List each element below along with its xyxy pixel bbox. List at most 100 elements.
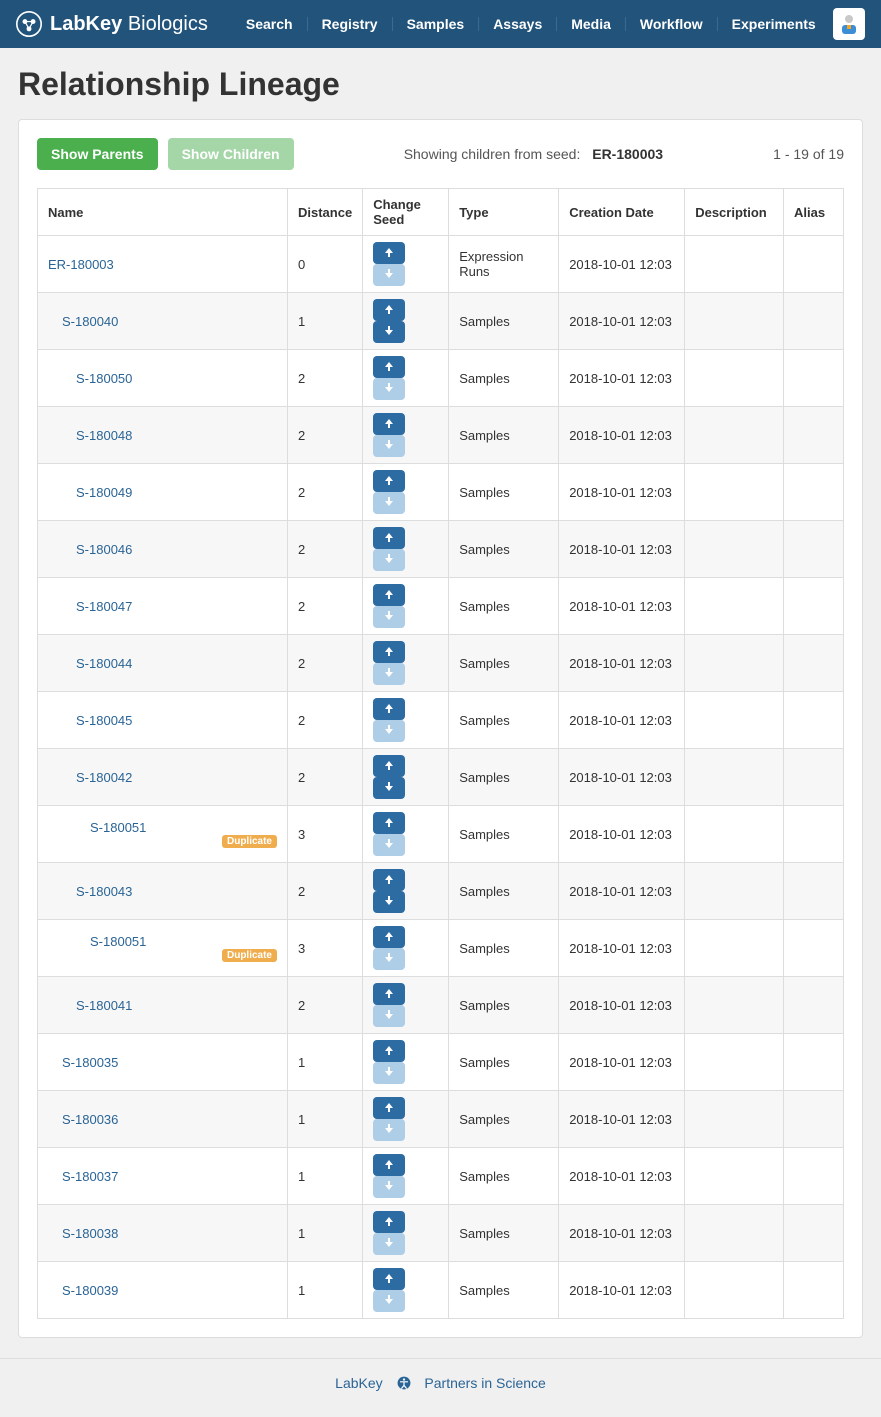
logo-text: LabKey Biologics xyxy=(50,13,208,36)
nav-link-samples[interactable]: Samples xyxy=(393,17,480,31)
seed-up-button[interactable] xyxy=(373,299,405,321)
cell-name: S-180051Duplicate xyxy=(38,920,288,977)
user-avatar[interactable] xyxy=(833,8,865,40)
name-link[interactable]: S-180051 xyxy=(90,820,146,835)
duplicate-badge: Duplicate xyxy=(222,835,277,848)
footer-partners-link[interactable]: Partners in Science xyxy=(424,1375,545,1391)
name-link[interactable]: S-180046 xyxy=(76,542,132,557)
nav-link-registry[interactable]: Registry xyxy=(308,17,393,31)
arrow-up-icon xyxy=(383,1158,395,1173)
cell-alias xyxy=(784,977,844,1034)
show-children-button[interactable]: Show Children xyxy=(168,138,294,170)
name-link[interactable]: S-180040 xyxy=(62,314,118,329)
seed-up-button[interactable] xyxy=(373,926,405,948)
nav-link-search[interactable]: Search xyxy=(232,17,308,31)
nav-link-workflow[interactable]: Workflow xyxy=(626,17,718,31)
cell-description xyxy=(685,749,784,806)
cell-date: 2018-10-01 12:03 xyxy=(559,293,685,350)
cell-description xyxy=(685,350,784,407)
table-row: S-1800482Samples2018-10-01 12:03 xyxy=(38,407,844,464)
name-link[interactable]: S-180043 xyxy=(76,884,132,899)
cell-name: S-180049 xyxy=(38,464,288,521)
arrow-up-icon xyxy=(383,1044,395,1059)
cell-name: ER-180003 xyxy=(38,236,288,293)
arrow-up-icon xyxy=(383,930,395,945)
nav-link-media[interactable]: Media xyxy=(557,17,626,31)
arrow-up-icon xyxy=(383,1215,395,1230)
cell-description xyxy=(685,806,784,863)
name-link[interactable]: ER-180003 xyxy=(48,257,114,272)
cell-change-seed xyxy=(363,1091,449,1148)
arrow-down-icon xyxy=(383,268,395,283)
seed-down-button[interactable] xyxy=(373,777,405,799)
name-link[interactable]: S-180050 xyxy=(76,371,132,386)
seed-down-button xyxy=(373,549,405,571)
seed-up-button[interactable] xyxy=(373,470,405,492)
table-row: S-1800492Samples2018-10-01 12:03 xyxy=(38,464,844,521)
arrow-down-icon xyxy=(383,553,395,568)
lineage-panel: Show Parents Show Children Showing child… xyxy=(18,119,863,1338)
arrow-up-icon xyxy=(383,588,395,603)
show-parents-button[interactable]: Show Parents xyxy=(37,138,158,170)
cell-distance: 2 xyxy=(288,407,363,464)
top-nav: LabKey Biologics SearchRegistrySamplesAs… xyxy=(0,0,881,48)
cell-name: S-180046 xyxy=(38,521,288,578)
seed-up-button[interactable] xyxy=(373,1211,405,1233)
cell-name: S-180048 xyxy=(38,407,288,464)
cell-type: Samples xyxy=(449,464,559,521)
name-link[interactable]: S-180041 xyxy=(76,998,132,1013)
name-link[interactable]: S-180044 xyxy=(76,656,132,671)
table-row: S-1800462Samples2018-10-01 12:03 xyxy=(38,521,844,578)
cell-change-seed xyxy=(363,521,449,578)
name-link[interactable]: S-180049 xyxy=(76,485,132,500)
name-link[interactable]: S-180037 xyxy=(62,1169,118,1184)
cell-name: S-180036 xyxy=(38,1091,288,1148)
col-creation-date: Creation Date xyxy=(559,189,685,236)
table-row: S-1800412Samples2018-10-01 12:03 xyxy=(38,977,844,1034)
seed-up-button[interactable] xyxy=(373,1040,405,1062)
nav-link-experiments[interactable]: Experiments xyxy=(718,17,830,31)
seed-up-button[interactable] xyxy=(373,356,405,378)
nav-link-assays[interactable]: Assays xyxy=(479,17,557,31)
name-link[interactable]: S-180042 xyxy=(76,770,132,785)
table-row: S-1800502Samples2018-10-01 12:03 xyxy=(38,350,844,407)
name-link[interactable]: S-180045 xyxy=(76,713,132,728)
seed-up-button[interactable] xyxy=(373,698,405,720)
seed-down-button[interactable] xyxy=(373,891,405,913)
name-link[interactable]: S-180036 xyxy=(62,1112,118,1127)
seed-up-button[interactable] xyxy=(373,413,405,435)
cell-date: 2018-10-01 12:03 xyxy=(559,1262,685,1319)
footer-labkey-link[interactable]: LabKey xyxy=(335,1375,382,1391)
table-row: ER-1800030Expression Runs2018-10-01 12:0… xyxy=(38,236,844,293)
seed-up-button[interactable] xyxy=(373,242,405,264)
cell-type: Samples xyxy=(449,635,559,692)
seed-up-button[interactable] xyxy=(373,869,405,891)
cell-date: 2018-10-01 12:03 xyxy=(559,350,685,407)
seed-down-button[interactable] xyxy=(373,321,405,343)
seed-up-button[interactable] xyxy=(373,1097,405,1119)
seed-up-button[interactable] xyxy=(373,1154,405,1176)
name-link[interactable]: S-180051 xyxy=(90,934,146,949)
name-link[interactable]: S-180038 xyxy=(62,1226,118,1241)
seed-up-button[interactable] xyxy=(373,755,405,777)
cell-alias xyxy=(784,293,844,350)
name-link[interactable]: S-180035 xyxy=(62,1055,118,1070)
seed-up-button[interactable] xyxy=(373,983,405,1005)
cell-alias xyxy=(784,692,844,749)
arrow-up-icon xyxy=(383,702,395,717)
seed-down-button xyxy=(373,1233,405,1255)
name-link[interactable]: S-180048 xyxy=(76,428,132,443)
name-link[interactable]: S-180039 xyxy=(62,1283,118,1298)
seed-up-button[interactable] xyxy=(373,641,405,663)
seed-up-button[interactable] xyxy=(373,584,405,606)
seed-up-button[interactable] xyxy=(373,812,405,834)
logo[interactable]: LabKey Biologics xyxy=(16,11,208,37)
name-link[interactable]: S-180047 xyxy=(76,599,132,614)
seed-value: ER-180003 xyxy=(592,146,663,162)
cell-alias xyxy=(784,521,844,578)
seed-up-button[interactable] xyxy=(373,527,405,549)
seed-up-button[interactable] xyxy=(373,1268,405,1290)
cell-alias xyxy=(784,863,844,920)
arrow-down-icon xyxy=(383,838,395,853)
arrow-down-icon xyxy=(383,325,395,340)
